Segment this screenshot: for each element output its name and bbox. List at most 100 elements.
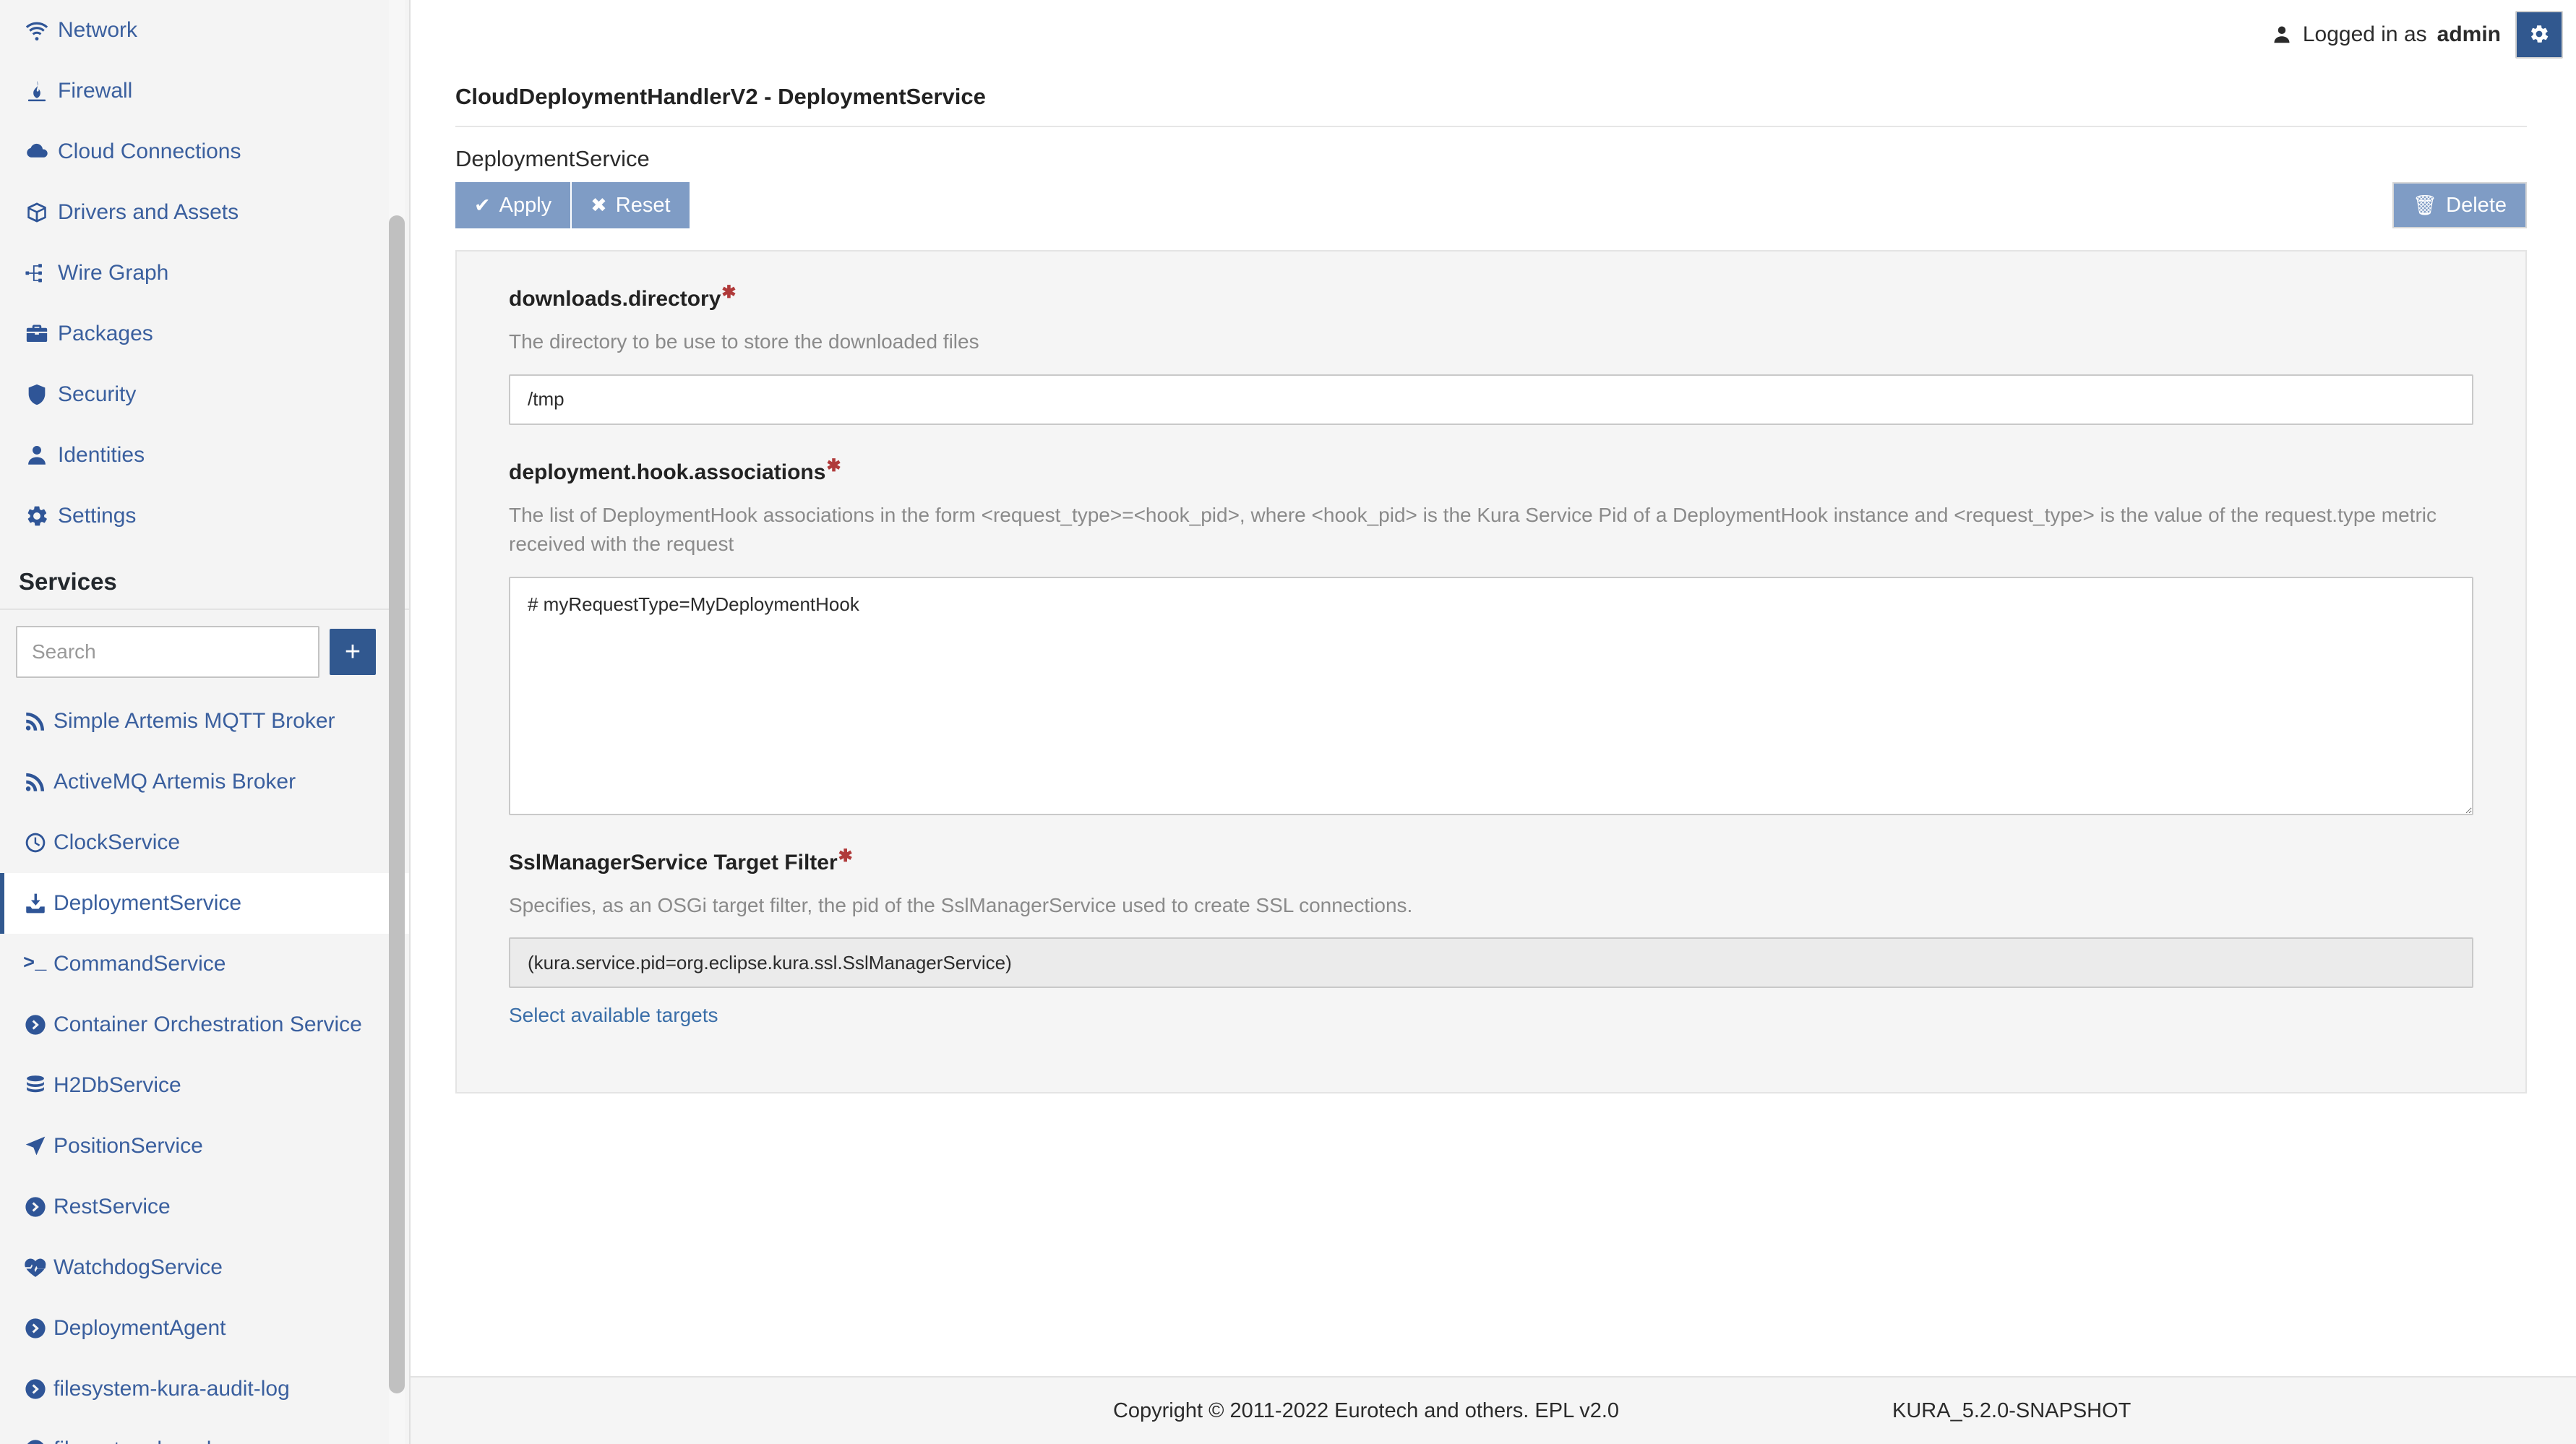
- service-item-commandservice[interactable]: >_ CommandService: [0, 934, 409, 994]
- sidebar-item-label: Identities: [58, 443, 145, 467]
- terminal-icon: >_: [23, 953, 47, 975]
- service-item-h2dbservice[interactable]: H2DbService: [0, 1055, 409, 1116]
- footer: Copyright © 2011-2022 Eurotech and other…: [411, 1376, 2576, 1444]
- sidebar-item-packages[interactable]: Packages: [0, 304, 409, 364]
- cloud-icon: [25, 139, 58, 164]
- field-label: deployment.hook.associations✱: [509, 455, 2473, 485]
- content-area: CloudDeploymentHandlerV2 - DeploymentSer…: [411, 69, 2576, 1376]
- service-item-filesystem-kura-log[interactable]: filesystem-kura-log: [0, 1419, 409, 1444]
- trash-icon: 🗑: [2412, 194, 2438, 216]
- required-asterisk: ✱: [826, 455, 841, 476]
- service-item-label: CommandService: [53, 952, 226, 976]
- sidebar-item-label: Settings: [58, 504, 137, 528]
- required-asterisk: ✱: [838, 846, 853, 866]
- wifi-icon: [25, 18, 58, 43]
- apply-button[interactable]: ✔ Apply: [455, 182, 571, 228]
- service-item-positionservice[interactable]: PositionService: [0, 1116, 409, 1177]
- service-item-simple-artemis-mqtt-broker[interactable]: Simple Artemis MQTT Broker: [0, 691, 409, 752]
- sidebar-item-firewall[interactable]: Firewall: [0, 61, 409, 121]
- chevron-circle-icon: [23, 1437, 53, 1444]
- search-input[interactable]: [16, 626, 319, 678]
- service-search-row: +: [0, 610, 409, 691]
- field-textarea[interactable]: [509, 576, 2473, 815]
- required-asterisk: ✱: [721, 283, 737, 302]
- field-input[interactable]: [509, 937, 2473, 989]
- select-available-targets-link[interactable]: Select available targets: [509, 1004, 718, 1027]
- sidebar-scrollbar-thumb[interactable]: [389, 215, 405, 1393]
- sidebar-item-label: Security: [58, 382, 137, 406]
- box-icon: [25, 200, 58, 225]
- delete-button[interactable]: 🗑 Delete: [2392, 182, 2527, 228]
- form-field: SslManagerService Target Filter✱ Specifie…: [509, 846, 2473, 1028]
- sidebar-item-cloud-connections[interactable]: Cloud Connections: [0, 121, 409, 182]
- add-service-button[interactable]: +: [330, 629, 376, 675]
- download-icon: [23, 891, 53, 916]
- service-item-label: DeploymentService: [53, 891, 242, 915]
- sidebar-item-drivers-and-assets[interactable]: Drivers and Assets: [0, 182, 409, 243]
- firewall-icon: [25, 79, 58, 103]
- database-icon: [23, 1073, 53, 1098]
- field-description: The directory to be use to store the dow…: [509, 330, 979, 353]
- chevron-circle-icon: [23, 1316, 53, 1341]
- service-item-label: H2DbService: [53, 1073, 181, 1097]
- field-label-text: downloads.directory: [509, 287, 721, 311]
- field-label: downloads.directory✱: [509, 282, 2473, 311]
- service-item-label: RestService: [53, 1195, 171, 1219]
- field-description: Specifies, as an OSGi target filter, the…: [509, 893, 1413, 916]
- settings-gear-button[interactable]: [2515, 11, 2563, 59]
- sidebar-item-identities[interactable]: Identities: [0, 425, 409, 486]
- service-item-deploymentservice[interactable]: DeploymentService: [0, 873, 409, 934]
- form-field: deployment.hook.associations✱ The list of…: [509, 455, 2473, 815]
- main-area: Logged in as admin CloudDeploymentHandle…: [411, 0, 2576, 1444]
- sidebar-item-label: Packages: [58, 322, 153, 345]
- logged-in-label: Logged in as: [2302, 22, 2427, 46]
- sidebar-item-security[interactable]: Security: [0, 364, 409, 425]
- chevron-circle-icon: [23, 1195, 53, 1219]
- service-item-label: Simple Artemis MQTT Broker: [53, 709, 335, 733]
- reset-button-label: Reset: [615, 193, 671, 217]
- form-field: downloads.directory✱ The directory to be …: [509, 282, 2473, 425]
- field-label-text: SslManagerService Target Filter: [509, 850, 838, 874]
- service-item-label: PositionService: [53, 1134, 203, 1158]
- service-item-container-orchestration-service[interactable]: Container Orchestration Service: [0, 994, 409, 1055]
- delete-button-label: Delete: [2446, 193, 2507, 217]
- sidebar-item-wire-graph[interactable]: Wire Graph: [0, 243, 409, 304]
- service-item-restservice[interactable]: RestService: [0, 1177, 409, 1237]
- user-icon: [25, 443, 58, 468]
- service-item-label: ClockService: [53, 830, 181, 854]
- service-item-watchdogservice[interactable]: WatchdogService: [0, 1237, 409, 1298]
- field-label-text: deployment.hook.associations: [509, 460, 826, 484]
- login-status: Logged in as admin: [2271, 22, 2501, 47]
- services-list: Simple Artemis MQTT Broker ActiveMQ Artem…: [0, 691, 409, 1444]
- service-item-clockservice[interactable]: ClockService: [0, 812, 409, 873]
- rss-icon: [23, 709, 53, 734]
- sidebar-item-network[interactable]: Network: [0, 0, 409, 61]
- app-root: Network Firewall Cloud Connections Drivers …: [0, 0, 2576, 1444]
- service-item-label: filesystem-kura-audit-log: [53, 1377, 290, 1401]
- service-item-deploymentagent[interactable]: DeploymentAgent: [0, 1298, 409, 1359]
- service-item-label: DeploymentAgent: [53, 1316, 226, 1340]
- action-button-row: ✔ Apply ✖ Reset 🗑 Delete: [455, 182, 2527, 228]
- person-icon: [2271, 24, 2293, 46]
- field-description: The list of DeploymentHook associations …: [509, 503, 2437, 556]
- gear-icon: [2528, 23, 2550, 47]
- close-icon: ✖: [591, 194, 607, 216]
- sidebar-item-label: Drivers and Assets: [58, 200, 239, 224]
- sidebar-item-settings[interactable]: Settings: [0, 486, 409, 546]
- primary-nav: Network Firewall Cloud Connections Drivers …: [0, 0, 409, 546]
- apply-button-label: Apply: [499, 193, 552, 217]
- field-input[interactable]: [509, 374, 2473, 425]
- sidebar-scrollbar-track[interactable]: [389, 0, 405, 1444]
- sidebar-item-label: Firewall: [58, 79, 133, 103]
- sidebar-item-label: Wire Graph: [58, 261, 169, 285]
- sidebar: Network Firewall Cloud Connections Drivers …: [0, 0, 411, 1444]
- sidebar-item-label: Cloud Connections: [58, 139, 241, 163]
- chevron-circle-icon: [23, 1377, 53, 1401]
- sidebar-item-label: Network: [58, 18, 138, 42]
- services-heading: Services: [0, 555, 409, 610]
- briefcase-icon: [25, 322, 58, 346]
- page-title: CloudDeploymentHandlerV2 - DeploymentSer…: [455, 69, 2527, 127]
- reset-button[interactable]: ✖ Reset: [570, 182, 690, 228]
- service-item-activemq-artemis-broker[interactable]: ActiveMQ Artemis Broker: [0, 752, 409, 812]
- chevron-circle-icon: [23, 1013, 53, 1037]
